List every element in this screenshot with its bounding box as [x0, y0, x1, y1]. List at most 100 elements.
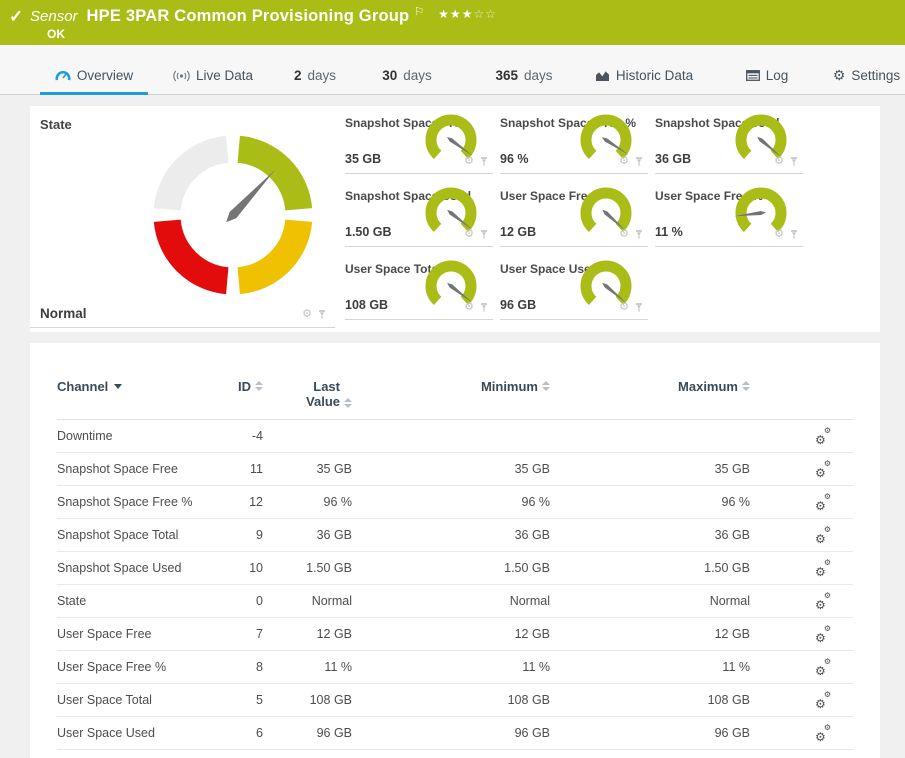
cell-id: 5	[256, 693, 263, 707]
edit-channel-icon[interactable]: ⚙ ⚙	[815, 657, 831, 678]
pin-icon[interactable]	[479, 156, 489, 167]
channel-table-panel: Channel ID Last Value Minimum Maximum Do…	[30, 343, 880, 758]
gauge-settings-icon[interactable]: ⚙	[619, 156, 629, 167]
gauge-settings-icon[interactable]: ⚙	[464, 302, 474, 313]
sort-icon	[255, 381, 263, 391]
pin-icon[interactable]	[317, 309, 327, 320]
gear-icon: ⚙	[823, 458, 831, 468]
col-id[interactable]: ID	[212, 379, 263, 409]
gauge-settings-icon[interactable]: ⚙	[774, 229, 784, 240]
table-row: Snapshot Space Total 9 36 GB 36 GB 36 GB…	[57, 519, 853, 552]
mini-gauge-cell: User Space Total 108 GB ⚙	[345, 254, 493, 320]
cell-channel: User Space Free %	[57, 660, 167, 674]
tab-365-days-number: 365	[495, 68, 518, 83]
tab-settings[interactable]: ⚙ Settings	[828, 59, 905, 92]
cell-maximum: 36 GB	[714, 528, 750, 542]
col-last-value[interactable]: Last Value	[263, 379, 352, 409]
mini-gauge-value: 11 %	[655, 225, 683, 239]
cell-minimum: 12 GB	[514, 627, 550, 641]
gear-icon: ⚙	[815, 498, 826, 513]
table-row: User Space Used 6 96 GB 96 GB 96 GB ⚙ ⚙	[57, 717, 853, 750]
active-tab-indicator	[40, 92, 148, 95]
sort-icon	[542, 381, 550, 391]
gear-icon: ⚙	[815, 696, 826, 711]
gear-icon: ⚙	[815, 663, 826, 678]
col-maximum[interactable]: Maximum	[550, 379, 750, 409]
historic-chart-icon	[595, 70, 609, 81]
gauge-settings-icon[interactable]: ⚙	[302, 309, 312, 320]
cell-channel: Snapshot Space Free	[57, 462, 178, 476]
col-channel-label: Channel	[57, 379, 109, 394]
page-title: HPE 3PAR Common Provisioning Group	[86, 7, 410, 25]
tab-log[interactable]: Log	[738, 59, 796, 92]
sort-icon	[742, 381, 750, 391]
tab-30-days-number: 30	[382, 68, 398, 83]
pin-icon[interactable]	[789, 229, 799, 240]
state-gauge-cell: State Normal ⚙	[30, 106, 335, 328]
gauge-settings-icon[interactable]: ⚙	[774, 156, 784, 167]
table-row: Snapshot Space Used 10 1.50 GB 1.50 GB 1…	[57, 552, 853, 585]
table-body: Downtime -4 ⚙ ⚙ Snapshot Space Free 11 3…	[57, 420, 853, 750]
cell-minimum: 96 %	[521, 495, 551, 509]
table-row: State 0 Normal Normal Normal ⚙ ⚙	[57, 585, 853, 618]
cell-last-value: 96 GB	[316, 726, 352, 740]
edit-channel-icon[interactable]: ⚙ ⚙	[815, 525, 831, 546]
cell-minimum: Normal	[509, 594, 550, 608]
edit-channel-icon[interactable]: ⚙ ⚙	[815, 426, 831, 446]
gear-icon: ⚙	[815, 465, 826, 480]
table-row: User Space Free % 8 11 % 11 % 11 % ⚙ ⚙	[57, 651, 853, 684]
tab-overview[interactable]: Overview	[40, 59, 148, 92]
cell-minimum: 11 %	[522, 660, 550, 674]
tab-live-data[interactable]: Live Data	[163, 59, 263, 92]
edit-channel-icon[interactable]: ⚙ ⚙	[815, 690, 831, 711]
cell-minimum: 36 GB	[514, 528, 550, 542]
cell-last-value: 36 GB	[316, 528, 352, 542]
tab-30-days-word: days	[403, 68, 432, 83]
edit-channel-icon[interactable]: ⚙ ⚙	[815, 723, 831, 743]
tab-2-days-word: days	[307, 68, 337, 83]
tab-settings-label: Settings	[851, 68, 901, 83]
pin-icon[interactable]	[634, 229, 644, 240]
gauge-settings-icon[interactable]: ⚙	[464, 156, 474, 167]
tab-30-days[interactable]: 30 days	[374, 59, 440, 92]
tab-365-days[interactable]: 365 days	[488, 59, 560, 92]
mini-gauge-cell: Snapshot Space Used 1.50 GB ⚙	[345, 181, 493, 247]
edit-channel-icon[interactable]: ⚙ ⚙	[815, 458, 831, 480]
tab-365-days-word: days	[524, 68, 553, 83]
gear-icon: ⚙	[815, 531, 826, 546]
cell-minimum: 108 GB	[507, 693, 550, 707]
state-gauge	[153, 135, 313, 295]
stars-empty[interactable]: ☆☆	[473, 7, 497, 21]
cell-id: 9	[256, 528, 263, 542]
cell-maximum: 108 GB	[707, 693, 750, 707]
edit-channel-icon[interactable]: ⚙ ⚙	[815, 558, 831, 578]
priority-stars[interactable]: ★★★☆☆	[438, 7, 497, 21]
col-channel[interactable]: Channel	[57, 379, 212, 409]
col-id-label: ID	[238, 379, 251, 394]
edit-channel-icon[interactable]: ⚙ ⚙	[815, 591, 831, 611]
pin-icon[interactable]	[479, 229, 489, 240]
pin-icon[interactable]	[479, 302, 489, 313]
cell-channel: User Space Total	[57, 693, 152, 707]
table-row: User Space Free 7 12 GB 12 GB 12 GB ⚙ ⚙	[57, 618, 853, 651]
tab-historic-data[interactable]: Historic Data	[588, 59, 700, 92]
edit-channel-icon[interactable]: ⚙ ⚙	[815, 624, 831, 644]
gauge-settings-icon[interactable]: ⚙	[619, 229, 629, 240]
cell-maximum: 35 GB	[714, 462, 750, 476]
tab-2-days[interactable]: 2 days	[285, 59, 345, 92]
gauge-settings-icon[interactable]: ⚙	[619, 302, 629, 313]
mini-gauge-cell: User Space Free 12 GB ⚙	[500, 181, 648, 247]
cell-last-value: 1.50 GB	[306, 561, 352, 575]
edit-channel-icon[interactable]: ⚙ ⚙	[815, 491, 831, 513]
pin-icon[interactable]	[634, 302, 644, 313]
priority-flag-icon[interactable]: ⚐	[414, 5, 424, 18]
pin-icon[interactable]	[789, 156, 799, 167]
pin-icon[interactable]	[634, 156, 644, 167]
table-row: Snapshot Space Free 11 35 GB 35 GB 35 GB…	[57, 453, 853, 486]
mini-gauge-value: 1.50 GB	[345, 225, 392, 239]
stars-filled[interactable]: ★★★	[438, 7, 473, 21]
gauge-settings-icon[interactable]: ⚙	[464, 229, 474, 240]
col-minimum[interactable]: Minimum	[352, 379, 550, 409]
gear-icon: ⚙	[823, 491, 831, 501]
cell-maximum: 96 GB	[714, 726, 750, 740]
